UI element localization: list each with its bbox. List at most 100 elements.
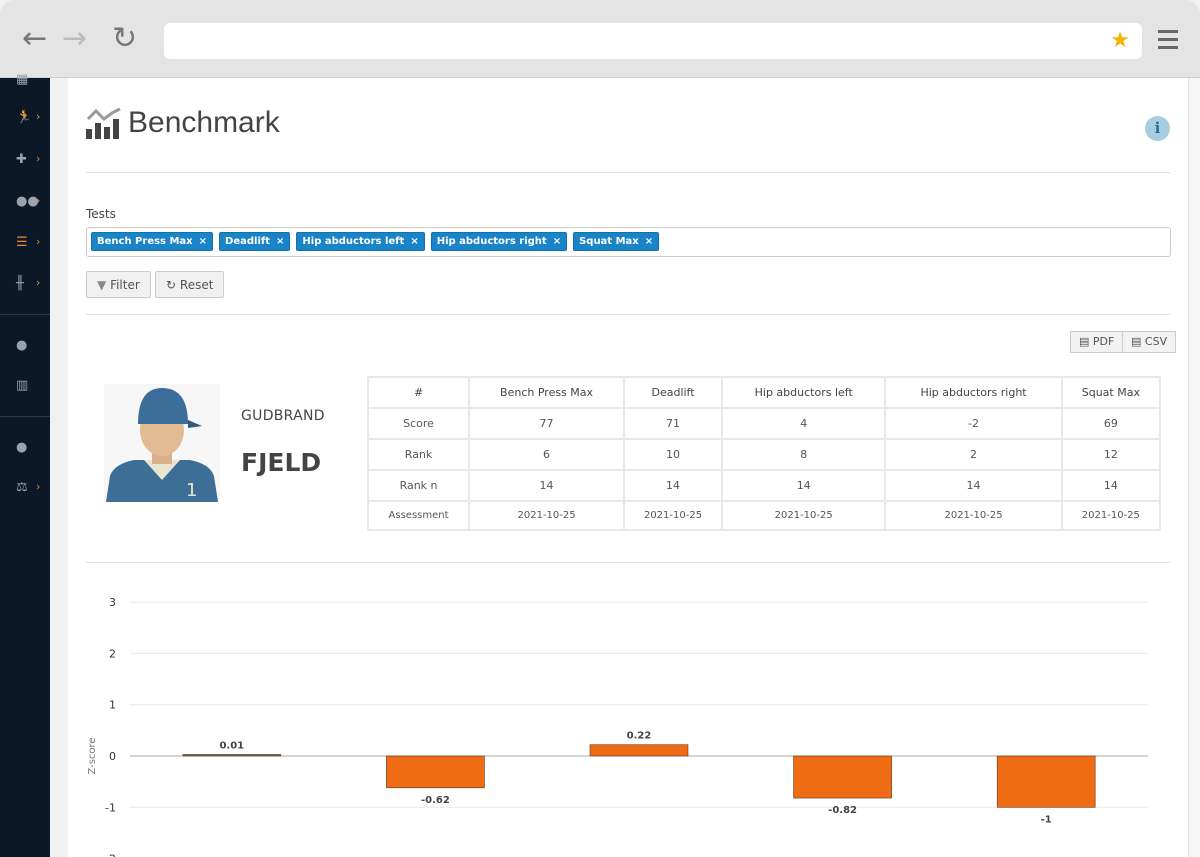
- y-tick-label: 1: [109, 699, 116, 712]
- table-cell: 14: [468, 469, 625, 502]
- table-cell: 77: [468, 407, 625, 440]
- calendar-icon[interactable]: ▦: [16, 72, 50, 92]
- remove-tag-icon[interactable]: ×: [645, 236, 653, 247]
- remove-tag-icon[interactable]: ×: [553, 236, 561, 247]
- table-cell: 2021-10-25: [1060, 500, 1162, 531]
- column-header: Hip abductors left: [721, 376, 887, 409]
- tag-squat-max: Squat Max ×: [573, 232, 660, 251]
- chevron-right-icon: ›: [36, 152, 41, 165]
- table-row: Rank 6 10 8 2 12: [366, 438, 1162, 471]
- chevron-right-icon: ›: [36, 235, 41, 248]
- tag-hip-abductors-left: Hip abductors left ×: [296, 232, 425, 251]
- y-tick-label: 2: [109, 647, 116, 660]
- benchmark-table: # Bench Press Max Deadlift Hip abductors…: [366, 376, 1162, 531]
- y-axis-label: Z-score: [87, 737, 98, 774]
- address-bar[interactable]: ★: [164, 23, 1142, 59]
- tag-label: Hip abductors left: [302, 236, 405, 247]
- filter-icon: ▼: [97, 278, 107, 292]
- table-cell: 8: [721, 438, 887, 471]
- remove-tag-icon[interactable]: ×: [410, 236, 418, 247]
- tests-select[interactable]: Bench Press Max × Deadlift × Hip abductors…: [86, 227, 1171, 257]
- z-score-chart: 3 2 1 0 -1 -2 Z-score 0.01 -0.62 0.22 -0.82 -1: [87, 596, 1148, 857]
- reset-button[interactable]: ↻ Reset: [155, 271, 225, 298]
- scale-icon[interactable]: ⚖ ›: [16, 480, 50, 500]
- barbell-icon[interactable]: ╫ ›: [16, 276, 50, 296]
- tag-label: Bench Press Max: [97, 236, 193, 247]
- reset-icon: ↻: [166, 278, 177, 292]
- table-cell: 2: [884, 438, 1063, 471]
- chevron-right-icon: ›: [36, 110, 41, 123]
- csv-button[interactable]: ▤ CSV: [1122, 331, 1177, 353]
- bar[interactable]: [996, 755, 1096, 808]
- table-cell: 14: [1060, 469, 1162, 502]
- scrollbar[interactable]: [1188, 78, 1200, 857]
- pdf-button[interactable]: ▤ PDF: [1070, 331, 1124, 353]
- library-icon[interactable]: ▥: [16, 378, 50, 398]
- bar[interactable]: [182, 754, 282, 757]
- csv-label: CSV: [1144, 335, 1168, 348]
- table-cell: 14: [622, 469, 724, 502]
- page-title-text: Benchmark: [128, 106, 280, 139]
- bar[interactable]: [386, 755, 485, 789]
- table-cell: 2021-10-25: [468, 500, 625, 531]
- ranking-icon[interactable]: ☰ ›: [16, 235, 50, 255]
- column-header: Deadlift: [622, 376, 724, 409]
- y-tick-label: -2: [105, 853, 116, 857]
- column-header: #: [366, 376, 471, 409]
- table-cell: 12: [1060, 438, 1162, 471]
- table-row: Rank n 14 14 14 14 14: [366, 469, 1162, 502]
- chevron-right-icon: ›: [36, 480, 41, 493]
- tag-label: Deadlift: [225, 236, 271, 247]
- column-header: Bench Press Max: [468, 376, 625, 409]
- bar[interactable]: [589, 744, 689, 757]
- tag-label: Squat Max: [579, 236, 639, 247]
- browser-toolbar: ← → ↻ ★: [0, 0, 1200, 78]
- chevron-right-icon: ›: [36, 194, 41, 207]
- table-cell: 4: [721, 407, 887, 440]
- table-cell: 14: [884, 469, 1063, 502]
- coach-icon[interactable]: ●: [16, 440, 50, 460]
- chevron-right-icon: ›: [36, 276, 41, 289]
- team-icon[interactable]: ●: [16, 338, 50, 358]
- table-cell: 6: [468, 438, 625, 471]
- table-cell: 69: [1060, 407, 1162, 440]
- star-icon[interactable]: ★: [1110, 28, 1130, 53]
- tag-label: Hip abductors right: [436, 236, 547, 247]
- info-icon[interactable]: i: [1145, 116, 1170, 141]
- filter-button[interactable]: ▼ Filter: [86, 271, 151, 298]
- sidebar: ▦ 🏃 › ✚ › ●● › ☰ › ╫ › ● ▥ ● ⚖ ›: [0, 72, 50, 857]
- table-cell: 2021-10-25: [622, 500, 724, 531]
- column-header: Hip abductors right: [884, 376, 1063, 409]
- bar[interactable]: [793, 755, 892, 799]
- tests-label: Tests: [86, 207, 116, 221]
- y-tick-label: -1: [105, 801, 116, 814]
- back-icon[interactable]: ←: [22, 24, 47, 54]
- table-cell: 10: [622, 438, 724, 471]
- tag-bench-press-max: Bench Press Max ×: [91, 232, 214, 251]
- y-tick-label: 0: [109, 750, 116, 763]
- athlete-first-name: GUDBRAND: [241, 408, 325, 424]
- table-cell: 2021-10-25: [721, 500, 887, 531]
- table-cell: 14: [721, 469, 887, 502]
- tag-hip-abductors-right: Hip abductors right ×: [430, 232, 568, 251]
- remove-tag-icon[interactable]: ×: [199, 236, 207, 247]
- row-label: Rank: [366, 438, 471, 471]
- forward-icon[interactable]: →: [62, 24, 87, 54]
- data-label: 0.22: [627, 731, 652, 742]
- medical-clipboard-icon[interactable]: ✚ ›: [16, 152, 50, 172]
- data-label: -0.62: [421, 795, 450, 806]
- reload-icon[interactable]: ↻: [112, 24, 137, 54]
- pdf-file-icon: ▤: [1079, 335, 1090, 348]
- pdf-label: PDF: [1092, 335, 1115, 348]
- data-label: 0.01: [219, 741, 244, 752]
- column-header: Squat Max: [1060, 376, 1162, 409]
- hamburger-menu-icon[interactable]: [1158, 30, 1178, 54]
- row-label: Assessment: [366, 500, 471, 531]
- running-icon[interactable]: 🏃 ›: [16, 110, 50, 130]
- reset-label: Reset: [179, 278, 214, 292]
- group-icon[interactable]: ●● ›: [16, 194, 50, 214]
- svg-text:1: 1: [186, 480, 197, 501]
- table-cell: -2: [884, 407, 1063, 440]
- table-cell: 2021-10-25: [884, 500, 1063, 531]
- remove-tag-icon[interactable]: ×: [276, 236, 284, 247]
